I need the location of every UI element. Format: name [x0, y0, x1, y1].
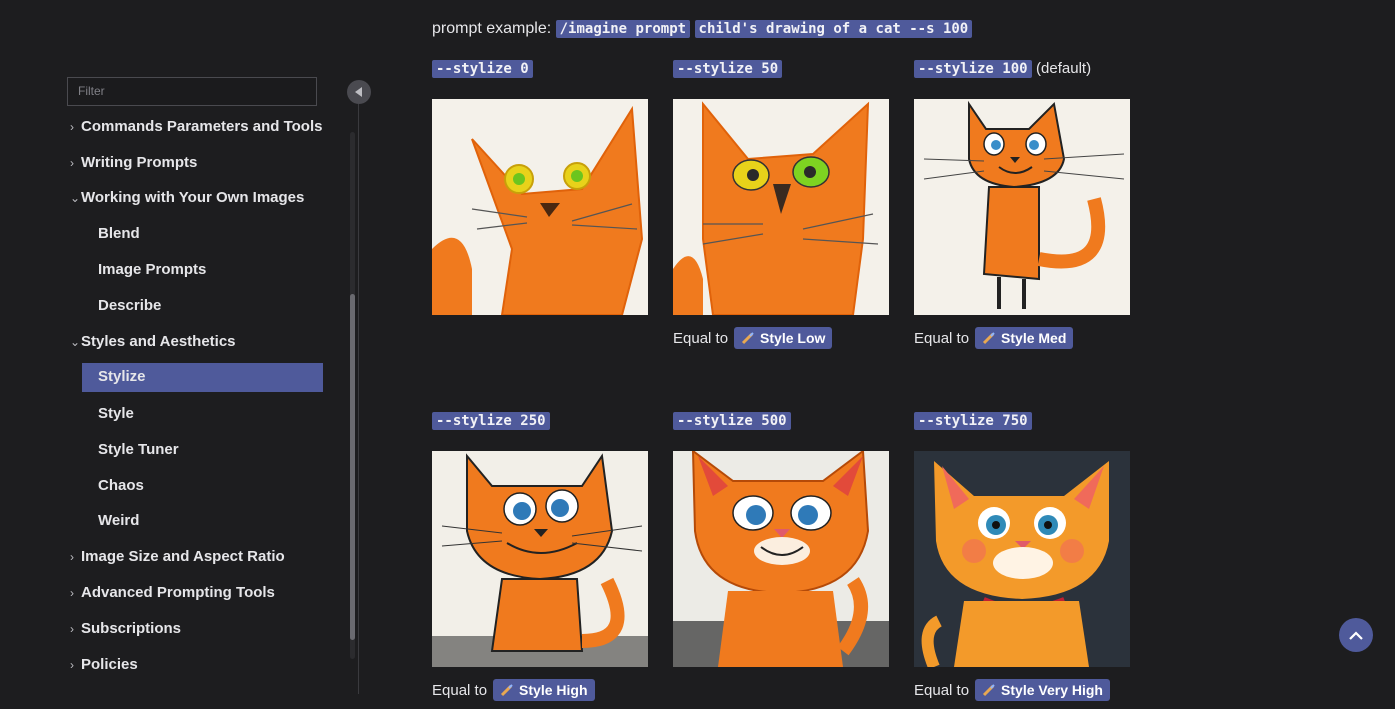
- cat-image-stylize-750: [914, 451, 1130, 667]
- chevron-right-icon: ›: [70, 622, 74, 636]
- nav-item-style[interactable]: Style: [98, 400, 134, 428]
- chevron-right-icon: ›: [70, 658, 74, 672]
- chevron-right-icon: ›: [70, 120, 74, 134]
- chevron-up-icon: [1349, 631, 1363, 640]
- collapse-sidebar-button[interactable]: [347, 80, 371, 104]
- sidebar-scroll-thumb[interactable]: [350, 294, 355, 640]
- prompt-command: /imagine prompt: [555, 20, 691, 38]
- filter-box[interactable]: [67, 77, 317, 106]
- paintbrush-icon: [741, 332, 754, 345]
- style-high-badge[interactable]: Style High: [493, 679, 595, 701]
- stylize-750-label: --stylize 750: [914, 412, 1130, 434]
- nav-item-image-prompts[interactable]: Image Prompts: [98, 256, 206, 284]
- chevron-right-icon: ›: [70, 156, 74, 170]
- nav-item-stylize[interactable]: Stylize: [82, 363, 323, 392]
- style-very-high-badge[interactable]: Style Very High: [975, 679, 1110, 701]
- nav-item-chaos[interactable]: Chaos: [98, 472, 144, 500]
- style-label: Style Low: [760, 330, 826, 346]
- cat-image-stylize-250: [432, 451, 648, 667]
- prompt-example: prompt example: /imagine prompt child's …: [432, 20, 973, 38]
- param-code: --stylize 100: [914, 60, 1032, 78]
- style-label: Style Med: [1001, 330, 1067, 346]
- cat-image-stylize-500: [673, 451, 889, 667]
- default-note: (default): [1036, 60, 1092, 77]
- nav-item-style-tuner[interactable]: Style Tuner: [98, 436, 179, 464]
- equal-label: Equal to: [673, 329, 729, 347]
- stylize-500-label: --stylize 500: [673, 412, 889, 434]
- equal-style-very-high: Equal to Style Very High: [914, 679, 1110, 701]
- nav-item-describe[interactable]: Describe: [98, 292, 161, 320]
- equal-label: Equal to: [914, 681, 970, 699]
- chevron-right-icon: ›: [70, 586, 74, 600]
- equal-label: Equal to: [914, 329, 970, 347]
- nav-item-subscriptions[interactable]: › Subscriptions: [70, 615, 181, 643]
- cat-image-stylize-50: [673, 99, 889, 315]
- param-code: --stylize 750: [914, 412, 1032, 430]
- sidebar-nav: › Commands Parameters and Tools › Writing …: [0, 108, 340, 708]
- nav-item-blend[interactable]: Blend: [98, 220, 140, 248]
- nav-item-writing-prompts[interactable]: › Writing Prompts: [70, 149, 197, 177]
- nav-item-weird[interactable]: Weird: [98, 507, 139, 535]
- paintbrush-icon: [500, 684, 513, 697]
- stylize-100-label: --stylize 100 (default): [914, 60, 1130, 82]
- style-med-badge[interactable]: Style Med: [975, 327, 1074, 349]
- stylize-0-label: --stylize 0: [432, 60, 648, 82]
- chevron-down-icon: ⌄: [70, 191, 81, 205]
- prompt-text: child's drawing of a cat --s 100: [694, 20, 973, 38]
- paintbrush-icon: [982, 332, 995, 345]
- param-code: --stylize 0: [432, 60, 533, 78]
- nav-item-commands[interactable]: › Commands Parameters and Tools: [70, 113, 322, 141]
- nav-item-advanced-prompting[interactable]: › Advanced Prompting Tools: [70, 579, 275, 607]
- style-label: Style High: [519, 682, 588, 698]
- prompt-example-label: prompt example:: [432, 20, 552, 37]
- style-low-badge[interactable]: Style Low: [734, 327, 833, 349]
- nav-item-policies[interactable]: › Policies: [70, 651, 138, 679]
- chevron-down-icon: ⌄: [70, 335, 81, 349]
- param-code: --stylize 50: [673, 60, 783, 78]
- equal-style-low: Equal to Style Low: [673, 327, 833, 349]
- nav-item-styles-aesthetics[interactable]: ⌄Styles and Aesthetics: [70, 328, 236, 356]
- equal-style-high: Equal to Style High: [432, 679, 595, 701]
- param-code: --stylize 250: [432, 412, 550, 430]
- nav-item-own-images[interactable]: ⌄Working with Your Own Images: [70, 184, 304, 212]
- stylize-50-label: --stylize 50: [673, 60, 889, 82]
- cat-image-stylize-100: [914, 99, 1130, 315]
- stylize-250-label: --stylize 250: [432, 412, 648, 434]
- chevron-right-icon: ›: [70, 550, 74, 564]
- filter-input[interactable]: [78, 84, 306, 98]
- nav-item-image-size[interactable]: › Image Size and Aspect Ratio: [70, 543, 285, 571]
- equal-label: Equal to: [432, 681, 488, 699]
- paintbrush-icon: [982, 684, 995, 697]
- cat-image-stylize-0: [432, 99, 648, 315]
- equal-style-med: Equal to Style Med: [914, 327, 1074, 349]
- param-code: --stylize 500: [673, 412, 791, 430]
- style-label: Style Very High: [1001, 682, 1103, 698]
- chevron-left-icon: [354, 87, 362, 97]
- sidebar-divider: [358, 104, 359, 694]
- scroll-to-top-button[interactable]: [1339, 618, 1373, 652]
